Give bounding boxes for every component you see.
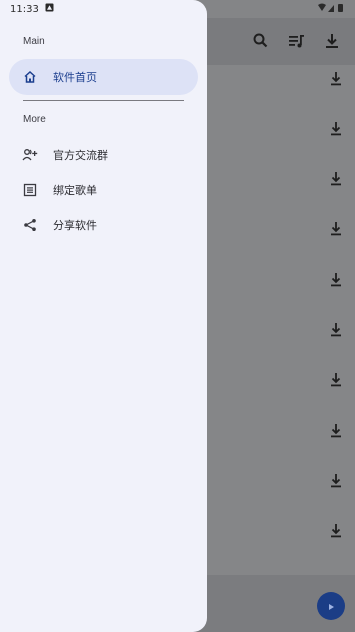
download-icon[interactable] bbox=[328, 272, 344, 288]
navigation-drawer: 11:33 Main 软件首页 More 官方交流群 绑定歌单 分享软件 bbox=[0, 0, 207, 632]
share-icon bbox=[22, 217, 38, 233]
nav-item-share-app[interactable]: 分享软件 bbox=[9, 207, 198, 243]
download-icon[interactable] bbox=[328, 171, 344, 187]
section-title-more: More bbox=[23, 114, 46, 125]
download-icon[interactable] bbox=[328, 322, 344, 338]
download-icon[interactable] bbox=[328, 372, 344, 388]
nav-item-home[interactable]: 软件首页 bbox=[9, 59, 198, 95]
download-icon[interactable] bbox=[328, 523, 344, 539]
play-icon bbox=[326, 597, 336, 616]
download-icon[interactable] bbox=[328, 473, 344, 489]
section-title-main: Main bbox=[23, 36, 45, 47]
nav-item-label: 分享软件 bbox=[53, 219, 97, 232]
notification-icon bbox=[45, 3, 54, 15]
download-icon[interactable] bbox=[328, 71, 344, 87]
download-icon[interactable] bbox=[328, 121, 344, 137]
status-bar: 11:33 bbox=[10, 3, 54, 15]
home-icon bbox=[22, 69, 38, 85]
status-icons bbox=[317, 3, 345, 16]
queue-music-icon[interactable] bbox=[287, 31, 307, 51]
nav-item-official-group[interactable]: 官方交流群 bbox=[9, 137, 198, 173]
status-time: 11:33 bbox=[10, 3, 39, 15]
group-add-icon bbox=[22, 147, 38, 163]
download-icon[interactable] bbox=[322, 31, 342, 51]
divider bbox=[23, 100, 184, 101]
nav-item-label: 绑定歌单 bbox=[53, 184, 97, 197]
download-icon[interactable] bbox=[328, 423, 344, 439]
list-box-icon bbox=[22, 182, 38, 198]
search-icon[interactable] bbox=[251, 31, 271, 51]
nav-item-bind-playlist[interactable]: 绑定歌单 bbox=[9, 172, 198, 208]
nav-item-label: 官方交流群 bbox=[53, 149, 108, 162]
play-button[interactable] bbox=[317, 592, 345, 620]
nav-item-label: 软件首页 bbox=[53, 71, 97, 84]
download-icon[interactable] bbox=[328, 221, 344, 237]
